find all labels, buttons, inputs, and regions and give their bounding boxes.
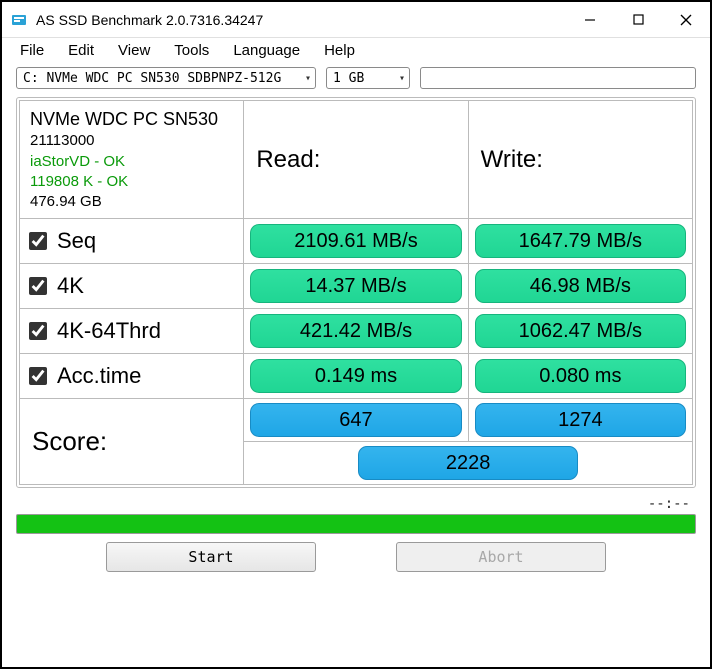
chevron-down-icon: ▾ (305, 73, 311, 84)
4k-read-value: 14.37 MB/s (250, 269, 461, 303)
menu-tools[interactable]: Tools (174, 42, 209, 59)
app-icon (10, 11, 28, 29)
score-label: Score: (20, 399, 244, 485)
score-total: 2228 (358, 446, 578, 480)
chevron-down-icon: ▾ (399, 73, 405, 84)
row-4k[interactable]: 4K (21, 265, 242, 307)
acc-write-value: 0.080 ms (475, 359, 686, 393)
menubar: File Edit View Tools Language Help (2, 38, 710, 65)
progress-bar (16, 514, 696, 534)
results-panel: NVMe WDC PC SN530 21113000 iaStorVD - OK… (16, 97, 696, 488)
drive-dropdown[interactable]: C: NVMe WDC PC SN530 SDBPNPZ-512G ▾ (16, 67, 316, 89)
drive-dropdown-value: C: NVMe WDC PC SN530 SDBPNPZ-512G (23, 71, 281, 86)
maximize-button[interactable] (614, 2, 662, 37)
filter-input[interactable] (420, 67, 696, 89)
minimize-button[interactable] (566, 2, 614, 37)
menu-file[interactable]: File (20, 42, 44, 59)
status-time: --:-- (648, 496, 690, 512)
4k64-read-value: 421.42 MB/s (250, 314, 461, 348)
window-controls (566, 2, 710, 37)
menu-view[interactable]: View (118, 42, 150, 59)
alignment-status: 119808 K - OK (30, 172, 233, 192)
header-write: Write: (468, 101, 692, 219)
menu-edit[interactable]: Edit (68, 42, 94, 59)
checkbox-4k64[interactable] (29, 322, 47, 340)
4k64-write-value: 1062.47 MB/s (475, 314, 686, 348)
checkbox-seq[interactable] (29, 232, 47, 250)
acc-read-value: 0.149 ms (250, 359, 461, 393)
titlebar: AS SSD Benchmark 2.0.7316.34247 (2, 2, 710, 38)
seq-read-value: 2109.61 MB/s (250, 224, 461, 258)
row-acc[interactable]: Acc.time (21, 355, 242, 397)
capacity: 476.94 GB (30, 192, 233, 212)
window-title: AS SSD Benchmark 2.0.7316.34247 (36, 12, 263, 28)
abort-button: Abort (396, 542, 606, 572)
driver-status: iaStorVD - OK (30, 152, 233, 172)
header-read: Read: (244, 101, 468, 219)
row-seq[interactable]: Seq (21, 220, 242, 262)
4k-write-value: 46.98 MB/s (475, 269, 686, 303)
menu-language[interactable]: Language (233, 42, 300, 59)
menu-help[interactable]: Help (324, 42, 355, 59)
size-dropdown[interactable]: 1 GB ▾ (326, 67, 410, 89)
selector-row: C: NVMe WDC PC SN530 SDBPNPZ-512G ▾ 1 GB… (2, 65, 710, 95)
label-seq: Seq (57, 228, 96, 254)
close-button[interactable] (662, 2, 710, 37)
label-acc: Acc.time (57, 363, 141, 389)
row-4k64[interactable]: 4K-64Thrd (21, 310, 242, 352)
checkbox-acc[interactable] (29, 367, 47, 385)
score-write: 1274 (475, 403, 686, 437)
size-dropdown-value: 1 GB (333, 71, 364, 86)
checkbox-4k[interactable] (29, 277, 47, 295)
seq-write-value: 1647.79 MB/s (475, 224, 686, 258)
footer-area: --:-- Start Abort (16, 494, 696, 572)
score-read: 647 (250, 403, 461, 437)
device-name: NVMe WDC PC SN530 (30, 107, 233, 131)
firmware-version: 21113000 (30, 131, 233, 151)
label-4k64: 4K-64Thrd (57, 318, 161, 344)
device-info-cell: NVMe WDC PC SN530 21113000 iaStorVD - OK… (20, 101, 244, 219)
start-button[interactable]: Start (106, 542, 316, 572)
label-4k: 4K (57, 273, 84, 299)
